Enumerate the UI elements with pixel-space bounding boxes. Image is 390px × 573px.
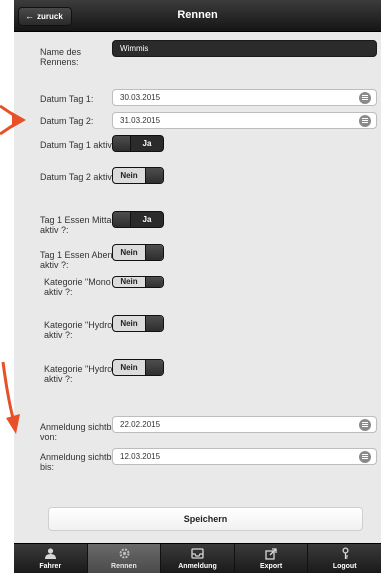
nav-label: Fahrer xyxy=(39,563,62,570)
nav-label: Anmeldung xyxy=(178,563,217,570)
essen-mittag-label: Tag 1 Essen Mittag aktiv ?: xyxy=(40,215,117,235)
anmeldung-bis-label: Anmeldung sichtbar bis: xyxy=(40,452,120,472)
export-icon xyxy=(265,548,277,560)
toggle-knob xyxy=(113,136,131,151)
nav-item-fahrer[interactable]: Fahrer xyxy=(14,544,88,573)
anmeldung-bis-input[interactable]: 12.03.2015 xyxy=(112,448,377,465)
hydro1-toggle[interactable]: Nein xyxy=(112,315,164,332)
inbox-icon xyxy=(191,548,205,559)
datum1-value: 30.03.2015 xyxy=(120,93,161,102)
name-input[interactable]: Wimmis xyxy=(112,40,377,57)
app-screen: ← zuruck Rennen Name des Rennens: Wimmis … xyxy=(0,0,390,573)
datum2-input[interactable]: 31.03.2015 xyxy=(112,112,377,129)
essen-abend-label: Tag 1 Essen Abend aktiv ?: xyxy=(40,250,118,270)
anmeldung-bis-value: 12.03.2015 xyxy=(120,452,161,461)
datum2-label: Datum Tag 2: xyxy=(40,116,94,126)
toggle-knob xyxy=(145,277,163,287)
toggle-knob xyxy=(113,212,131,227)
annotation-arrow-icon xyxy=(1,361,20,434)
calendar-icon[interactable] xyxy=(359,92,371,104)
bottom-navbar: Fahrer Rennen Anmeldung Export Logout xyxy=(14,543,381,573)
datum2-aktiv-toggle[interactable]: Nein xyxy=(112,167,164,184)
toggle-value: Nein xyxy=(120,171,138,180)
mono2-toggle[interactable]: Nein xyxy=(112,276,164,288)
right-margin xyxy=(381,0,390,573)
toggle-value: Nein xyxy=(120,319,138,328)
calendar-icon[interactable] xyxy=(359,451,371,463)
left-margin xyxy=(0,0,14,573)
anmeldung-von-input[interactable]: 22.02.2015 xyxy=(112,416,377,433)
nav-label: Logout xyxy=(332,563,357,570)
nav-label: Rennen xyxy=(111,563,137,570)
name-label: Name des Rennens: xyxy=(40,47,82,67)
datum2-aktiv-label: Datum Tag 2 aktiv ?: xyxy=(40,172,122,182)
datum1-aktiv-label: Datum Tag 1 aktiv ?: xyxy=(40,140,122,150)
nav-label: Export xyxy=(259,563,283,570)
datum1-aktiv-toggle[interactable]: Ja xyxy=(112,135,164,152)
toggle-knob xyxy=(145,360,163,375)
nav-item-logout[interactable]: Logout xyxy=(308,544,381,573)
calendar-icon[interactable] xyxy=(359,115,371,127)
key-icon xyxy=(342,547,349,559)
user-icon xyxy=(45,548,57,559)
hydro2-toggle[interactable]: Nein xyxy=(112,359,164,376)
header-bar: ← zuruck Rennen xyxy=(14,0,381,32)
datum1-input[interactable]: 30.03.2015 xyxy=(112,89,377,106)
essen-abend-toggle[interactable]: Nein xyxy=(112,244,164,261)
toggle-knob xyxy=(145,168,163,183)
nav-item-rennen[interactable]: Rennen xyxy=(87,544,162,573)
toggle-knob xyxy=(145,245,163,260)
page-title: Rennen xyxy=(177,9,218,21)
toggle-value: Ja xyxy=(142,215,152,224)
toggle-value: Nein xyxy=(120,277,138,286)
annotation-arrow-icon xyxy=(0,104,26,136)
essen-mittag-toggle[interactable]: Ja xyxy=(112,211,164,228)
anmeldung-von-value: 22.02.2015 xyxy=(120,420,161,429)
datum2-value: 31.03.2015 xyxy=(120,116,161,125)
save-button[interactable]: Speichern xyxy=(48,507,363,531)
toggle-value: Nein xyxy=(120,248,138,257)
calendar-icon[interactable] xyxy=(359,419,371,431)
toggle-value: Ja xyxy=(142,139,152,148)
gear-icon xyxy=(119,548,130,559)
nav-item-export[interactable]: Export xyxy=(235,544,309,573)
toggle-knob xyxy=(145,316,163,331)
nav-item-anmeldung[interactable]: Anmeldung xyxy=(161,544,235,573)
anmeldung-von-label: Anmeldung sichtbar von: xyxy=(40,422,120,442)
toggle-value: Nein xyxy=(120,363,138,372)
page-content: ← zuruck Rennen Name des Rennens: Wimmis … xyxy=(14,0,381,573)
datum1-label: Datum Tag 1: xyxy=(40,94,94,104)
